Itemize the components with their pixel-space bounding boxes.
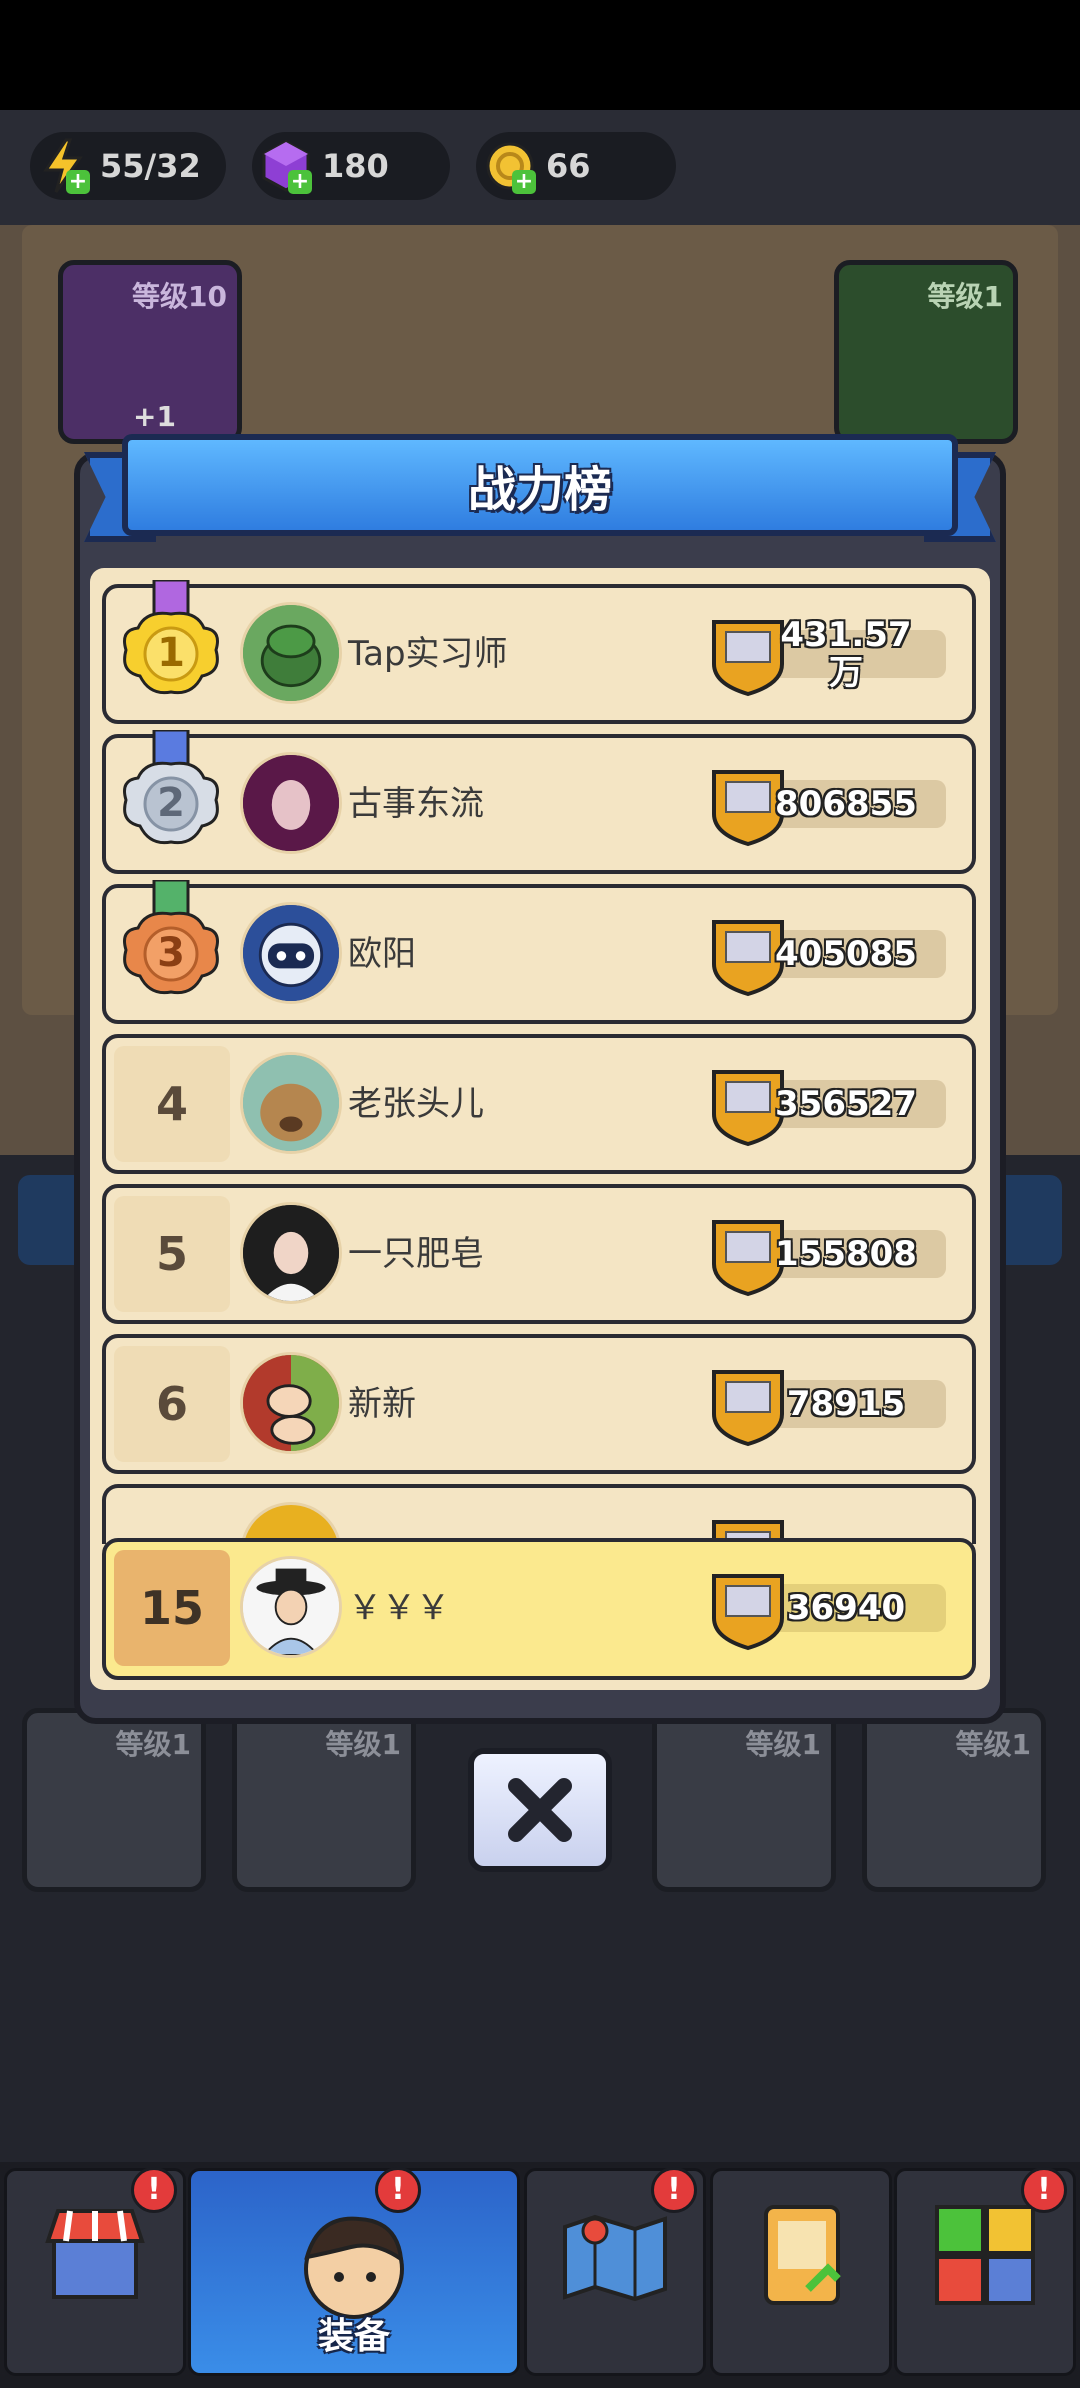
coins-value: 66	[546, 147, 591, 185]
coins-pill[interactable]: + 66	[476, 132, 676, 200]
plus-icon: +	[512, 170, 536, 194]
nav-card[interactable]	[710, 2168, 892, 2376]
rank-number: 1	[157, 630, 185, 676]
my-rank-number: 15	[114, 1550, 230, 1666]
slot-level: 等级1	[927, 280, 1003, 313]
slot-plus: +1	[133, 400, 176, 433]
leaderboard-row[interactable]: 2 古事东流 806855	[102, 730, 976, 874]
power-value: 806855	[775, 784, 917, 824]
energy-pill[interactable]: + 55/32	[30, 132, 226, 200]
plus-icon: +	[288, 170, 312, 194]
close-button[interactable]	[468, 1748, 612, 1872]
rank-number: 2	[157, 780, 185, 826]
bottom-nav: ! 装备 ! ! !	[0, 2162, 1080, 2388]
my-power-value: 36940	[786, 1588, 906, 1628]
leaderboard-row[interactable]: 4 老张头儿 356527	[102, 1034, 976, 1174]
nav-equip[interactable]: 装备 !	[188, 2167, 520, 2376]
player-name: 新新	[348, 1384, 416, 1424]
cartoon-avatar-icon	[243, 1355, 339, 1451]
nav-map[interactable]: !	[524, 2167, 706, 2376]
equip-slot-beads[interactable]: 等级1	[652, 1708, 836, 1892]
avatar	[240, 1202, 342, 1304]
slot-level: 等级1	[325, 1728, 401, 1761]
nav-puzzle[interactable]: !	[894, 2167, 1076, 2376]
equip-slot-necklace[interactable]: 等级1	[232, 1708, 416, 1892]
notification-badge: !	[651, 2167, 697, 2213]
avatar	[240, 602, 342, 704]
equip-slot-beads-2[interactable]: 等级1	[862, 1708, 1046, 1892]
puzzle-icon	[935, 2205, 1035, 2305]
nav-shop[interactable]: !	[4, 2167, 186, 2376]
plus-icon: +	[66, 170, 90, 194]
avatar	[240, 1556, 342, 1658]
modal-title: 战力榜	[467, 462, 612, 518]
rank-number: 3	[157, 930, 185, 976]
close-icon	[508, 1778, 572, 1842]
nav-equip-label: 装备	[317, 2316, 390, 2357]
equip-slot-ring[interactable]: 等级1	[22, 1708, 206, 1892]
skill-slot-left[interactable]: 等级10 +1	[58, 260, 242, 444]
leaderboard-row[interactable]: 5 一只肥皂 155808	[102, 1184, 976, 1324]
robot-avatar-icon	[243, 905, 339, 1001]
gems-value: 180	[322, 147, 389, 185]
resource-bar: + 55/32 + 180 + 66	[0, 110, 1080, 225]
gems-pill[interactable]: + 180	[252, 132, 450, 200]
photo-avatar-icon	[243, 1205, 339, 1301]
notification-badge: !	[1021, 2167, 1067, 2213]
skill-slot-right[interactable]: 等级1	[834, 260, 1018, 444]
leaderboard-row[interactable]: 3 欧阳 405085	[102, 880, 976, 1024]
slot-level: 等级1	[745, 1728, 821, 1761]
rank-number: 6	[114, 1346, 230, 1462]
power-value: 431.57 万	[780, 615, 912, 693]
leaderboard-row-partial[interactable]	[102, 1484, 976, 1558]
modal-title-ribbon: 战力榜	[122, 434, 958, 536]
slot-level: 等级1	[115, 1728, 191, 1761]
power-value: 155808	[775, 1234, 917, 1274]
capybara-avatar-icon	[243, 1055, 339, 1151]
shop-icon	[45, 2209, 145, 2299]
my-player-name: ￥￥￥	[348, 1588, 450, 1628]
rank-number: 5	[114, 1196, 230, 1312]
notification-badge: !	[131, 2167, 177, 2213]
avatar	[240, 1352, 342, 1454]
power-value: 78915	[786, 1384, 906, 1424]
slot-level: 等级10	[132, 280, 227, 313]
card-icon	[764, 2205, 841, 2305]
player-name: 古事东流	[348, 784, 484, 824]
leaderboard-row[interactable]: 1 Tap实习师 431.57 万	[102, 580, 976, 724]
power-value: 356527	[775, 1084, 917, 1124]
avatar	[240, 1052, 342, 1154]
player-name: 一只肥皂	[348, 1234, 484, 1274]
crocodile-avatar-icon	[243, 605, 339, 701]
energy-value: 55/32	[100, 147, 201, 185]
player-name: 欧阳	[348, 934, 416, 974]
power-value: 405085	[775, 934, 917, 974]
slot-level: 等级1	[955, 1728, 1031, 1761]
notification-badge: !	[375, 2167, 421, 2213]
avatar	[240, 752, 342, 854]
player-name: 老张头儿	[348, 1084, 484, 1124]
status-bar	[0, 0, 1080, 110]
rank-number: 4	[114, 1046, 230, 1162]
portrait-avatar-icon	[243, 755, 339, 851]
player-name: Tap实习师	[348, 634, 508, 674]
leaderboard-row[interactable]: 6 新新 78915	[102, 1334, 976, 1474]
my-rank-row[interactable]: 15 ￥￥￥ 36940	[102, 1538, 976, 1680]
avatar	[240, 902, 342, 1004]
hat-man-avatar-icon	[243, 1559, 339, 1655]
map-icon	[563, 2214, 667, 2302]
